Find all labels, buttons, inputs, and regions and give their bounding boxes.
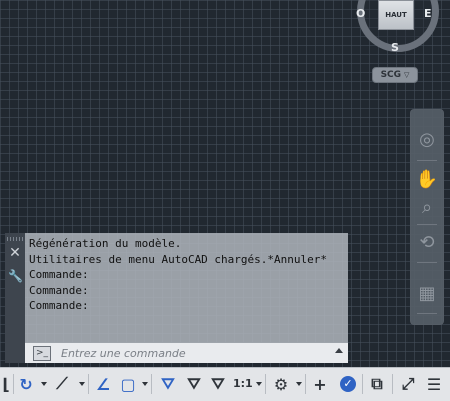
chevron-down-icon: ▽ <box>404 71 410 79</box>
command-input[interactable] <box>59 344 333 363</box>
command-window-sidebar: ✕ 🔧 <box>5 233 25 363</box>
command-input-bar: >_ <box>25 342 348 363</box>
chevron-down-icon[interactable] <box>256 382 262 386</box>
object-snap-icon[interactable]: ▢ <box>118 372 138 396</box>
navigation-bar: ◎ ✋ ⌕ ⟲ ▦ <box>410 109 444 325</box>
gear-icon[interactable]: ⚙ <box>270 372 292 396</box>
compass-west[interactable]: O <box>356 7 365 20</box>
plus-icon[interactable]: + <box>309 372 331 396</box>
object-snap-tracking-icon[interactable]: ∠ <box>92 372 114 396</box>
menu-icon[interactable]: ☰ <box>423 372 445 396</box>
chevron-down-icon[interactable] <box>41 382 47 386</box>
annotation-scale-icon[interactable]: ⛛ <box>207 372 229 396</box>
status-bar: ⌊ ↻ ⟋ ∠ ▢ ⛛ ⛛ ⛛ 1:1 ⚙ + ✓ ⧉ ⤢ ☰ <box>0 367 450 401</box>
history-line: Commande: <box>29 268 89 281</box>
isodraft-icon[interactable]: ⟋ <box>51 372 73 396</box>
history-line: Régénération du modèle. <box>29 237 182 250</box>
viewcube[interactable]: HAUT O E S <box>352 0 444 58</box>
orbit-icon[interactable]: ⟲ <box>415 231 439 255</box>
fullscreen-icon[interactable]: ⤢ <box>397 372 419 396</box>
chevron-down-icon[interactable] <box>296 382 302 386</box>
command-prompt-icon[interactable]: >_ <box>33 346 51 361</box>
chevron-down-icon[interactable] <box>79 382 85 386</box>
steering-wheel-icon[interactable]: ◎ <box>415 128 439 152</box>
isolate-objects-icon[interactable]: ✓ <box>337 372 359 396</box>
ortho-mode-icon[interactable]: ⌊ <box>0 372 12 396</box>
showmotion-icon[interactable]: ▦ <box>415 282 439 306</box>
close-icon[interactable]: ✕ <box>8 246 22 260</box>
chevron-down-icon[interactable] <box>142 382 148 386</box>
annotation-visibility-icon[interactable]: ⛛ <box>157 372 179 396</box>
annotation-scale-value[interactable]: 1:1 <box>233 377 253 390</box>
polar-tracking-icon[interactable]: ↻ <box>16 372 36 396</box>
history-line: Commande: <box>29 299 89 312</box>
history-line: Commande: <box>29 283 89 297</box>
drag-grip-icon[interactable] <box>7 237 23 241</box>
auto-scale-icon[interactable]: ⛛ <box>183 372 205 396</box>
pan-hand-icon[interactable]: ✋ <box>415 168 439 192</box>
quick-properties-icon[interactable]: ⧉ <box>366 372 388 396</box>
ucs-menu-button[interactable]: SCG ▽ <box>372 67 418 83</box>
command-history: Régénération du modèle. Utilitaires de me… <box>25 233 348 342</box>
ucs-label: SCG <box>380 70 402 80</box>
history-line: Utilitaires de menu AutoCAD chargés.*Ann… <box>29 252 328 266</box>
compass-south[interactable]: S <box>391 41 399 54</box>
command-window: ✕ 🔧 Régénération du modèle. Utilitaires d… <box>5 233 348 363</box>
zoom-extents-icon[interactable]: ⌕ <box>415 196 439 220</box>
recent-commands-arrow-icon[interactable] <box>335 348 343 353</box>
viewcube-top-face[interactable]: HAUT <box>378 0 414 30</box>
compass-east[interactable]: E <box>424 7 432 20</box>
wrench-icon[interactable]: 🔧 <box>8 269 23 283</box>
